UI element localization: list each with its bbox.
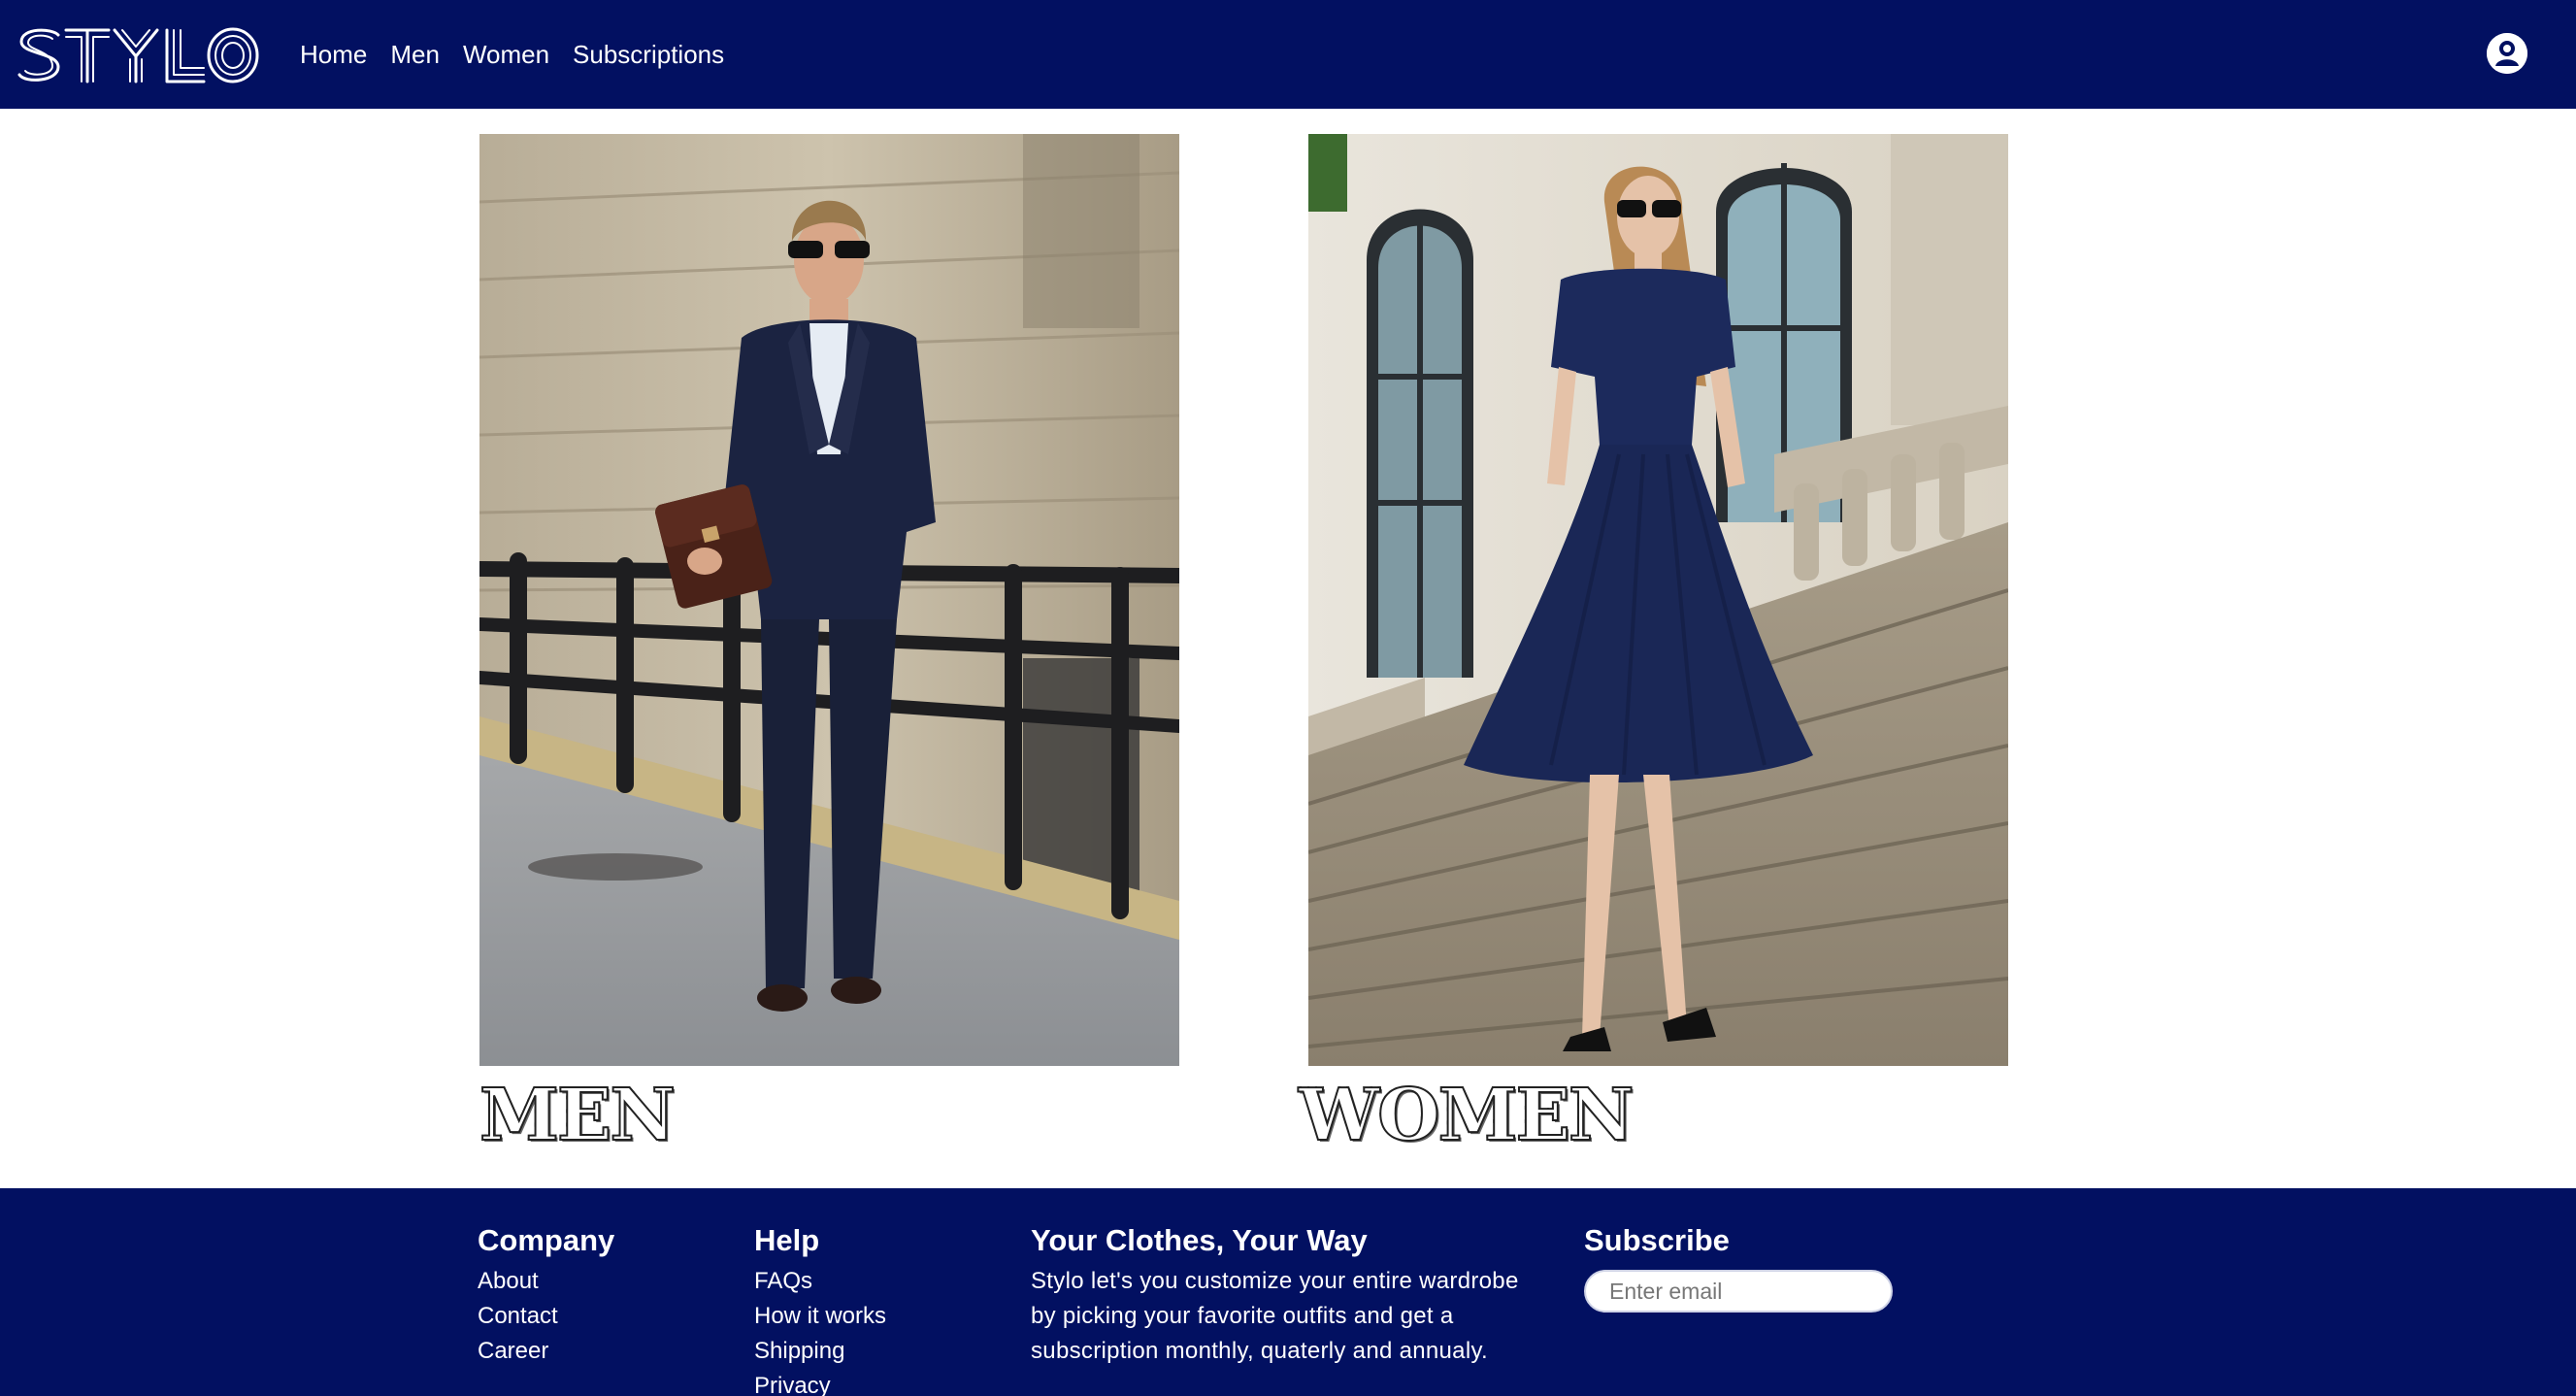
footer-company-heading: Company xyxy=(478,1223,615,1257)
account-button[interactable] xyxy=(2487,33,2527,74)
nav-men-link[interactable]: Men xyxy=(390,37,440,72)
footer-how-it-works-link[interactable]: How it works xyxy=(754,1299,886,1334)
footer-faqs-link[interactable]: FAQs xyxy=(754,1264,886,1299)
subscribe-email-input[interactable] xyxy=(1584,1270,1893,1313)
user-circle-icon xyxy=(2487,33,2527,74)
footer-about-column: Your Clothes, Your Way Stylo let's you c… xyxy=(1031,1221,1545,1369)
men-category-image[interactable] xyxy=(479,134,1179,1066)
logo-graphic xyxy=(17,27,259,83)
women-category-title[interactable]: WOMEN xyxy=(1298,1077,2008,1154)
nav-subscriptions-link[interactable]: Subscriptions xyxy=(573,37,724,72)
top-navbar: Home Men Women Subscriptions xyxy=(0,0,2576,109)
men-category-title[interactable]: MEN xyxy=(479,1077,1179,1154)
stylo-logo[interactable] xyxy=(16,25,262,85)
footer-subscribe-heading: Subscribe xyxy=(1584,1223,1730,1257)
nav-home-link[interactable]: Home xyxy=(300,37,367,72)
footer-shipping-link[interactable]: Shipping xyxy=(754,1334,886,1369)
women-category-card[interactable]: WOMEN xyxy=(1298,134,2008,1154)
main-nav: Home Men Women Subscriptions xyxy=(300,37,724,72)
footer-company-column: Company About Contact Career xyxy=(478,1221,614,1369)
women-category-image[interactable] xyxy=(1308,134,2008,1066)
footer-privacy-link[interactable]: Privacy xyxy=(754,1369,886,1396)
footer-about-text: Stylo let's you customize your entire wa… xyxy=(1031,1268,1519,1364)
footer-contact-link[interactable]: Contact xyxy=(478,1299,614,1334)
footer-career-link[interactable]: Career xyxy=(478,1334,614,1369)
footer-about-link[interactable]: About xyxy=(478,1264,614,1299)
footer-subscribe-column: Subscribe xyxy=(1584,1221,1893,1313)
nav-women-link[interactable]: Women xyxy=(463,37,549,72)
footer-about-heading: Your Clothes, Your Way xyxy=(1031,1223,1368,1257)
site-footer: Company About Contact Career Help FAQs H… xyxy=(0,1188,2576,1396)
men-category-card[interactable]: MEN xyxy=(479,134,1179,1154)
footer-help-heading: Help xyxy=(754,1223,820,1257)
footer-help-column: Help FAQs How it works Shipping Privacy xyxy=(754,1221,886,1396)
